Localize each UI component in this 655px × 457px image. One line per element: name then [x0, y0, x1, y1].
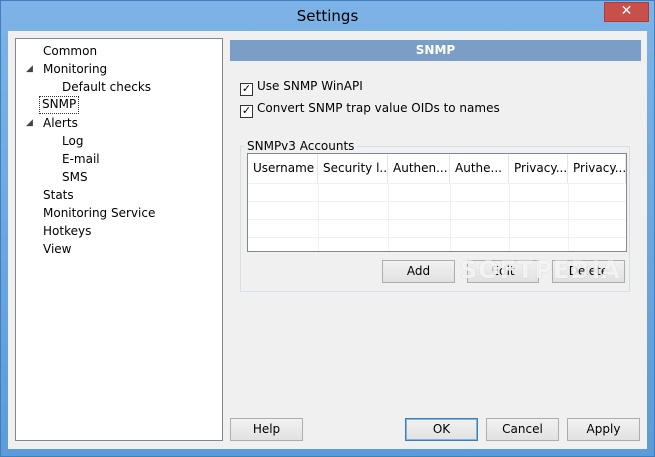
settings-window: Settings ✕ Common ◢ Monitoring Default c…: [0, 0, 655, 457]
tree-item-monitoring[interactable]: Monitoring: [41, 61, 109, 77]
tree-item-default-checks[interactable]: Default checks: [60, 79, 153, 95]
grid-line: [248, 219, 626, 220]
apply-button[interactable]: Apply: [567, 418, 640, 441]
tree-item-snmp[interactable]: SNMP: [39, 96, 80, 114]
grid-line: [248, 237, 626, 238]
tree-item-view[interactable]: View: [41, 241, 73, 257]
grid-line: [318, 183, 319, 251]
checkbox-checked-icon[interactable]: ✓: [240, 83, 253, 96]
grid-line: [388, 183, 389, 251]
column-header[interactable]: Privacy...: [568, 154, 626, 183]
checkbox-checked-icon[interactable]: ✓: [240, 105, 253, 118]
column-header[interactable]: Username: [248, 154, 318, 183]
column-header[interactable]: Authe...: [450, 154, 509, 183]
settings-tree[interactable]: Common ◢ Monitoring Default checks SNMP …: [15, 38, 223, 441]
use-snmp-winapi-checkbox[interactable]: ✓ Use SNMP WinAPI: [240, 78, 363, 96]
help-button[interactable]: Help: [230, 418, 303, 441]
tree-item-email[interactable]: E-mail: [60, 151, 102, 167]
grid-line: [509, 183, 510, 251]
softpedia-watermark: SOFTPEDIA: [460, 256, 621, 284]
dialog-client-area: Common ◢ Monitoring Default checks SNMP …: [8, 31, 647, 449]
grid-line: [248, 201, 626, 202]
cancel-button[interactable]: Cancel: [486, 418, 559, 441]
checkbox-label: Use SNMP WinAPI: [257, 79, 363, 93]
grid-line: [248, 183, 626, 184]
expanded-arrow-icon[interactable]: ◢: [26, 115, 33, 131]
expanded-arrow-icon[interactable]: ◢: [26, 61, 33, 77]
tree-item-hotkeys[interactable]: Hotkeys: [41, 223, 93, 239]
checkbox-label: Convert SNMP trap value OIDs to names: [257, 101, 500, 115]
tree-item-log[interactable]: Log: [60, 133, 85, 149]
close-button[interactable]: ✕: [604, 2, 649, 22]
tree-item-common[interactable]: Common: [41, 43, 99, 59]
window-title: Settings: [296, 7, 359, 25]
column-header[interactable]: Privacy...: [509, 154, 568, 183]
grid-line: [568, 183, 569, 251]
convert-oids-checkbox[interactable]: ✓ Convert SNMP trap value OIDs to names: [240, 100, 500, 118]
tree-item-monitoring-service[interactable]: Monitoring Service: [41, 205, 157, 221]
tree-item-alerts[interactable]: Alerts: [41, 115, 80, 131]
grid-line: [450, 183, 451, 251]
column-header[interactable]: Security l...: [318, 154, 388, 183]
tree-item-sms[interactable]: SMS: [60, 169, 90, 185]
list-header: Username Security l... Authen... Authe..…: [248, 154, 626, 183]
close-icon: ✕: [620, 3, 633, 19]
accounts-list[interactable]: Username Security l... Authen... Authe..…: [247, 153, 627, 252]
group-label: SNMPv3 Accounts: [244, 139, 358, 153]
add-button[interactable]: Add: [382, 260, 455, 283]
panel-header: SNMP: [230, 40, 641, 61]
ok-button[interactable]: OK: [405, 418, 478, 441]
column-header[interactable]: Authen...: [388, 154, 450, 183]
tree-item-stats[interactable]: Stats: [41, 187, 76, 203]
title-bar: Settings ✕: [1, 1, 654, 31]
